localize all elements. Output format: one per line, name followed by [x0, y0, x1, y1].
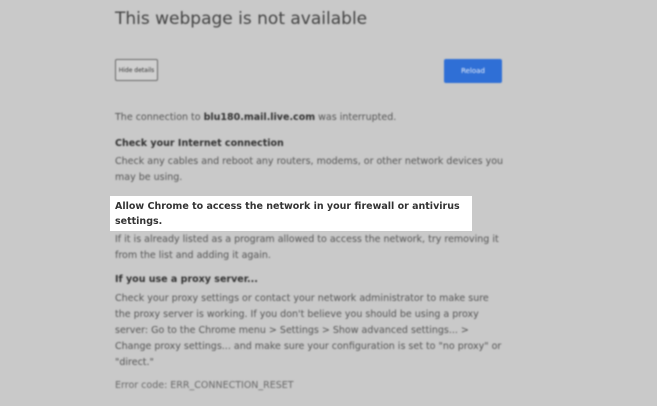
error-code: Error code: ERR_CONNECTION_RESET [115, 380, 294, 391]
connection-prefix: The connection to [115, 112, 204, 123]
hide-details-button[interactable]: Hide details [115, 59, 158, 81]
firewall-heading-highlight: Allow Chrome to access the network in yo… [110, 196, 472, 231]
firewall-heading: Allow Chrome to access the network in yo… [115, 201, 460, 227]
connection-suffix: was interrupted. [315, 112, 397, 123]
connection-message: The connection to blu180.mail.live.com w… [115, 110, 396, 126]
connection-host: blu180.mail.live.com [203, 112, 316, 123]
internet-connection-heading: Check your Internet connection [115, 138, 284, 149]
proxy-text: Check your proxy settings or contact you… [115, 293, 502, 368]
page-title: This webpage is not available [115, 9, 368, 29]
reload-button[interactable]: Reload [444, 59, 502, 83]
proxy-heading: If you use a proxy server... [115, 274, 258, 285]
internet-connection-text: Check any cables and reboot any routers,… [115, 156, 504, 183]
firewall-text: If it is already listed as a program all… [115, 234, 499, 261]
